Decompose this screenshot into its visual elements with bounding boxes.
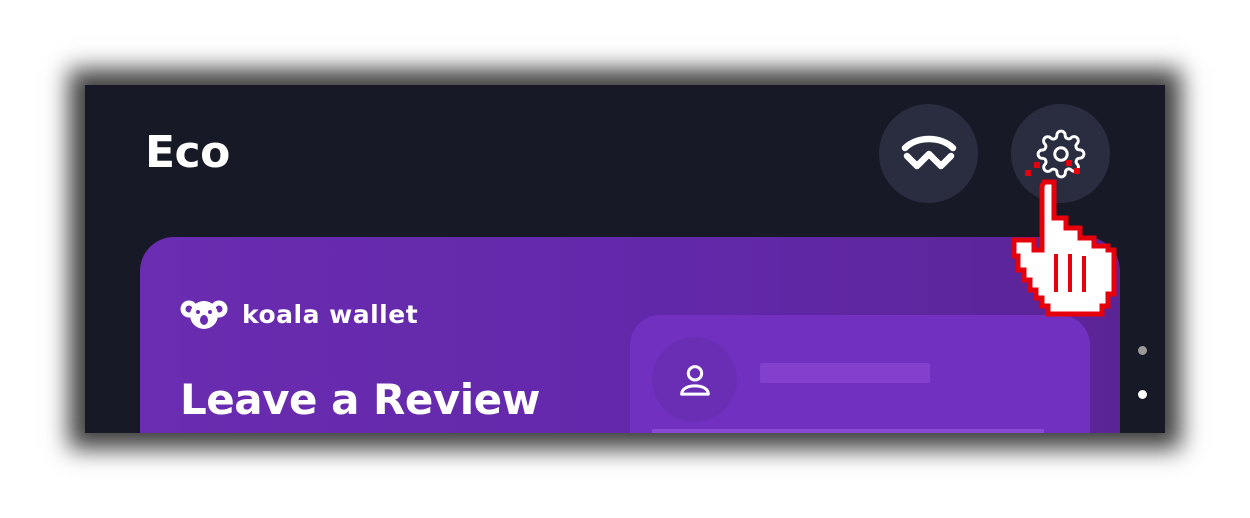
brand-row: koala wallet [180,297,418,331]
hand-pointer-icon [1011,160,1117,317]
review-preview [630,315,1090,433]
pager-dot-2[interactable] [1138,390,1147,399]
promo-heading: Leave a Review [180,375,540,424]
screenshot-stage: Eco koala wallet Leave a Review [0,0,1250,518]
walletconnect-icon [901,135,956,169]
pager-dot-1[interactable] [1138,346,1147,355]
review-text-placeholder [652,429,1044,433]
app-window: Eco koala wallet Leave a Review [85,85,1165,433]
koala-icon [180,300,228,329]
avatar [652,337,737,422]
reviewer-name-placeholder [760,363,930,383]
page-title: Eco [145,127,230,178]
review-promo-card[interactable]: koala wallet Leave a Review [140,237,1120,433]
walletconnect-button[interactable] [879,104,978,203]
brand-name: koala wallet [242,299,419,329]
user-icon [679,364,710,396]
